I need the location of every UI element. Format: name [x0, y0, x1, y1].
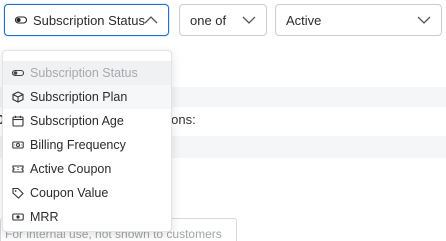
- menu-item-label: Subscription Age: [30, 114, 124, 128]
- menu-item-billing-frequency[interactable]: Billing Frequency: [3, 133, 171, 157]
- toggle-icon: [12, 69, 24, 77]
- menu-item-label: Coupon Value: [30, 186, 109, 200]
- menu-item-label: Active Coupon: [30, 162, 112, 176]
- menu-item-label: Subscription Status: [30, 66, 138, 80]
- tag-icon: [12, 187, 24, 199]
- cube-icon: [12, 91, 24, 103]
- field-dropdown-menu: Subscription Status Subscription Plan Su…: [2, 50, 172, 232]
- menu-item-active-coupon[interactable]: Active Coupon: [3, 157, 171, 181]
- chevron-down-icon: [242, 16, 256, 24]
- billing-icon: [12, 141, 24, 149]
- filter-value-value: Active: [286, 12, 322, 28]
- menu-item-label: MRR: [30, 210, 59, 224]
- filter-value-select[interactable]: Active: [275, 4, 442, 36]
- menu-item-coupon-value[interactable]: Coupon Value: [3, 181, 171, 205]
- menu-item-label: Billing Frequency: [30, 138, 126, 152]
- chevron-up-icon: [144, 16, 158, 24]
- menu-item-mrr[interactable]: MRR: [3, 205, 171, 229]
- chevron-down-icon: [417, 16, 431, 24]
- filter-field-select[interactable]: Subscription Status: [4, 4, 169, 36]
- filter-operator-select[interactable]: one of: [179, 4, 267, 36]
- menu-item-label: Subscription Plan: [30, 90, 128, 104]
- toggle-icon: [15, 16, 27, 24]
- menu-item-subscription-status[interactable]: Subscription Status: [3, 61, 171, 85]
- filter-operator-value: one of: [190, 12, 227, 28]
- menu-item-subscription-plan[interactable]: Subscription Plan: [3, 85, 171, 109]
- filter-field-value: Subscription Status: [33, 12, 146, 28]
- money-icon: [12, 213, 24, 221]
- coupon-icon: [12, 165, 24, 173]
- calendar-icon: [12, 115, 24, 127]
- menu-item-subscription-age[interactable]: Subscription Age: [3, 109, 171, 133]
